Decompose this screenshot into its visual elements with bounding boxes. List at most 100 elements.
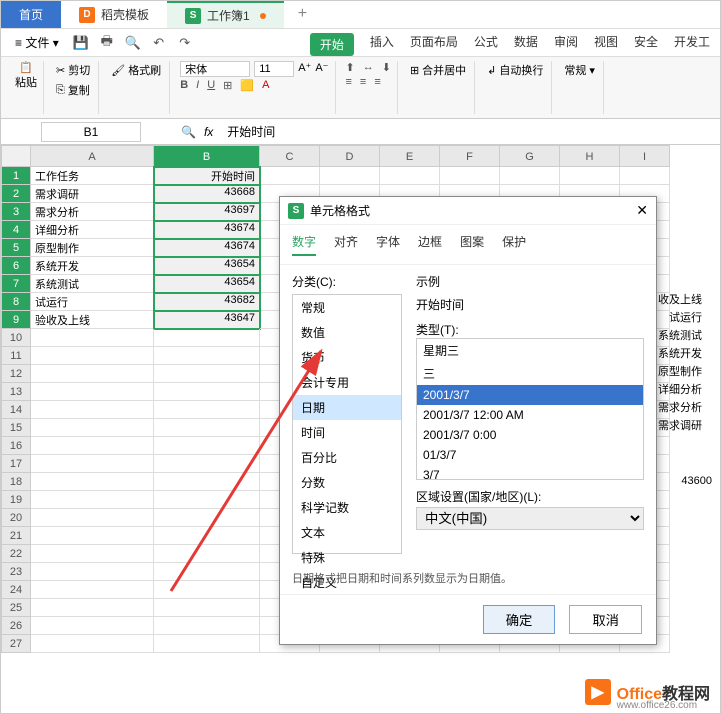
cell[interactable]: [154, 635, 260, 653]
cell[interactable]: [154, 545, 260, 563]
cell[interactable]: [380, 167, 440, 185]
cell[interactable]: [154, 563, 260, 581]
cell[interactable]: [31, 419, 154, 437]
row-header[interactable]: 19: [1, 491, 31, 509]
dialog-tab-border[interactable]: 边框: [418, 233, 442, 256]
cell[interactable]: 详细分析: [31, 221, 154, 239]
cell[interactable]: [31, 473, 154, 491]
cell[interactable]: 需求分析: [31, 203, 154, 221]
row-header[interactable]: 5: [1, 239, 31, 257]
align-top-icon[interactable]: ⬆: [346, 61, 355, 74]
column-header[interactable]: H: [560, 145, 620, 167]
locale-select[interactable]: 中文(中国): [416, 507, 644, 530]
paste-button[interactable]: 📋 粘贴: [15, 61, 37, 90]
cell[interactable]: [31, 491, 154, 509]
dialog-tab-font[interactable]: 字体: [376, 233, 400, 256]
cell[interactable]: [154, 365, 260, 383]
type-list[interactable]: 星期三三2001/3/72001/3/7 12:00 AM2001/3/7 0:…: [416, 338, 644, 480]
cell[interactable]: 43674: [154, 239, 260, 257]
category-item[interactable]: 文本: [293, 520, 401, 545]
cell[interactable]: [31, 617, 154, 635]
row-header[interactable]: 22: [1, 545, 31, 563]
increase-font-icon[interactable]: A⁺: [298, 61, 311, 77]
row-header[interactable]: 7: [1, 275, 31, 293]
align-left-icon[interactable]: ≡: [346, 76, 352, 88]
row-header[interactable]: 18: [1, 473, 31, 491]
cell[interactable]: [31, 401, 154, 419]
cell[interactable]: [154, 347, 260, 365]
cell[interactable]: [154, 383, 260, 401]
cell[interactable]: [620, 167, 670, 185]
cell[interactable]: 43654: [154, 275, 260, 293]
column-header[interactable]: F: [440, 145, 500, 167]
select-all-corner[interactable]: [1, 145, 31, 167]
row-header[interactable]: 2: [1, 185, 31, 203]
row-header[interactable]: 21: [1, 527, 31, 545]
ribbon-tab-start[interactable]: 开始: [310, 33, 354, 56]
cell[interactable]: 试运行: [31, 293, 154, 311]
underline-icon[interactable]: U: [207, 79, 215, 92]
ribbon-tab-insert[interactable]: 插入: [370, 33, 394, 56]
row-header[interactable]: 6: [1, 257, 31, 275]
cell[interactable]: 43674: [154, 221, 260, 239]
row-header[interactable]: 10: [1, 329, 31, 347]
column-header[interactable]: E: [380, 145, 440, 167]
wrap-button[interactable]: ↲自动换行: [485, 61, 545, 79]
ribbon-tab-security[interactable]: 安全: [634, 33, 658, 56]
type-item[interactable]: 三: [417, 362, 643, 385]
dialog-tab-pattern[interactable]: 图案: [460, 233, 484, 256]
row-header[interactable]: 12: [1, 365, 31, 383]
fx-icon[interactable]: fx: [204, 125, 213, 139]
cell[interactable]: [154, 437, 260, 455]
file-menu[interactable]: ≡ 文件 ▾: [9, 32, 65, 53]
cancel-button[interactable]: 取消: [569, 605, 642, 634]
undo-icon[interactable]: ↶: [149, 33, 169, 53]
border-icon[interactable]: ⊞: [223, 79, 232, 92]
type-item[interactable]: 2001/3/7 12:00 AM: [417, 405, 643, 425]
font-color-icon[interactable]: A: [262, 79, 269, 92]
cell[interactable]: [260, 167, 320, 185]
ribbon-tab-view[interactable]: 视图: [594, 33, 618, 56]
font-size-select[interactable]: [254, 61, 294, 77]
cell[interactable]: 开始时间: [154, 167, 260, 185]
ribbon-tab-layout[interactable]: 页面布局: [410, 33, 458, 56]
category-list[interactable]: 常规数值货币会计专用日期时间百分比分数科学记数文本特殊自定义: [292, 294, 402, 554]
cell[interactable]: [154, 491, 260, 509]
cell[interactable]: 43654: [154, 257, 260, 275]
cell[interactable]: 原型制作: [31, 239, 154, 257]
category-item[interactable]: 日期: [293, 395, 401, 420]
ribbon-tab-review[interactable]: 审阅: [554, 33, 578, 56]
cell[interactable]: [154, 509, 260, 527]
column-header[interactable]: A: [31, 145, 154, 167]
category-item[interactable]: 货币: [293, 345, 401, 370]
cell[interactable]: [154, 473, 260, 491]
row-header[interactable]: 17: [1, 455, 31, 473]
align-center-icon[interactable]: ≡: [360, 76, 366, 88]
bold-icon[interactable]: B: [180, 79, 188, 92]
cell[interactable]: 系统开发: [31, 257, 154, 275]
dialog-tab-align[interactable]: 对齐: [334, 233, 358, 256]
align-middle-icon[interactable]: ↔: [363, 61, 374, 74]
merge-button[interactable]: ⊞合并居中: [408, 61, 468, 79]
row-header[interactable]: 4: [1, 221, 31, 239]
cell[interactable]: 43668: [154, 185, 260, 203]
row-header[interactable]: 8: [1, 293, 31, 311]
type-item[interactable]: 01/3/7: [417, 445, 643, 465]
number-format-select[interactable]: 常规 ▾: [562, 61, 597, 79]
search-icon[interactable]: 🔍: [181, 125, 196, 139]
tab-docer[interactable]: D 稻壳模板: [61, 1, 167, 28]
cell[interactable]: [500, 167, 560, 185]
cell[interactable]: [31, 527, 154, 545]
cell[interactable]: [154, 581, 260, 599]
cell[interactable]: 43647: [154, 311, 260, 329]
ribbon-tab-data[interactable]: 数据: [514, 33, 538, 56]
row-header[interactable]: 27: [1, 635, 31, 653]
category-item[interactable]: 百分比: [293, 445, 401, 470]
cell[interactable]: [31, 563, 154, 581]
category-item[interactable]: 特殊: [293, 545, 401, 570]
cell[interactable]: [154, 599, 260, 617]
font-select[interactable]: [180, 61, 250, 77]
cell[interactable]: 验收及上线: [31, 311, 154, 329]
ok-button[interactable]: 确定: [483, 605, 556, 634]
cell[interactable]: [31, 365, 154, 383]
